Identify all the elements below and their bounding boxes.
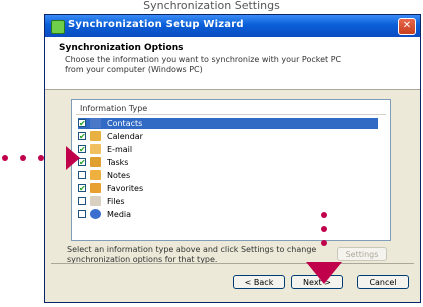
list-item[interactable]: Media [78,209,378,220]
calendar-icon [90,131,101,141]
close-icon[interactable]: ✕ [398,18,416,35]
wizard-description: Choose the information you want to synch… [65,55,342,74]
files-icon [90,196,101,206]
settings-button[interactable]: Settings [337,247,387,261]
checkbox[interactable] [78,197,86,205]
contacts-icon [90,118,101,128]
list-item[interactable]: ✔ Contacts [78,118,378,129]
checkbox[interactable] [78,171,86,179]
checkbox[interactable] [78,210,86,218]
list-item-label: Contacts [105,118,145,129]
list-item[interactable]: Notes [78,170,378,181]
setup-wizard-window: Synchronization Setup Wizard ✕ Synchroni… [44,14,421,303]
checkbox[interactable]: ✔ [78,132,86,141]
list-item-label: Notes [107,171,131,180]
list-item[interactable]: Files [78,196,378,207]
annotation-arrow-down [306,262,342,284]
checkbox[interactable]: ✔ [78,119,86,128]
list-item-label: Tasks [107,158,129,167]
list-item[interactable]: ✔ E-mail [78,144,378,155]
tasks-icon [90,157,101,167]
wizard-header: Synchronization Options Choose the infor… [45,37,420,90]
list-item-label: Favorites [107,184,144,193]
list-item-label: E-mail [107,145,133,154]
list-item-label: Calendar [107,132,143,141]
wizard-heading: Synchronization Options [59,43,184,53]
page-caption: Synchronization Settings [143,0,280,12]
list-item[interactable]: ✔ Favorites [78,183,378,194]
back-button[interactable]: < Back [233,275,285,289]
window-title: Synchronization Setup Wizard [68,19,244,30]
annotation-dot [20,155,26,161]
annotation-arrow-right [66,146,80,170]
list-item[interactable]: ✔ Tasks [78,157,378,168]
favorites-icon [90,183,101,193]
list-item[interactable]: ✔ Calendar [78,131,378,142]
title-bar[interactable]: Synchronization Setup Wizard ✕ [45,15,420,38]
media-icon [90,209,101,219]
notes-icon [90,170,101,180]
sync-app-icon [51,20,65,34]
list-header-divider [76,114,386,115]
annotation-dot [321,240,327,246]
annotation-dot [2,155,8,161]
annotation-dot [321,226,327,232]
email-icon [90,144,101,154]
information-type-list[interactable]: Information Type ✔ Contacts ✔ Calendar ✔… [71,99,391,241]
list-item-label: Files [107,197,125,206]
list-column-header[interactable]: Information Type [80,104,147,113]
list-item-label: Media [107,210,132,219]
footer-divider [51,263,414,264]
checkbox[interactable]: ✔ [78,184,86,193]
settings-hint: Select an information type above and cli… [67,245,317,264]
annotation-dot [321,212,327,218]
cancel-button[interactable]: Cancel [357,275,409,289]
